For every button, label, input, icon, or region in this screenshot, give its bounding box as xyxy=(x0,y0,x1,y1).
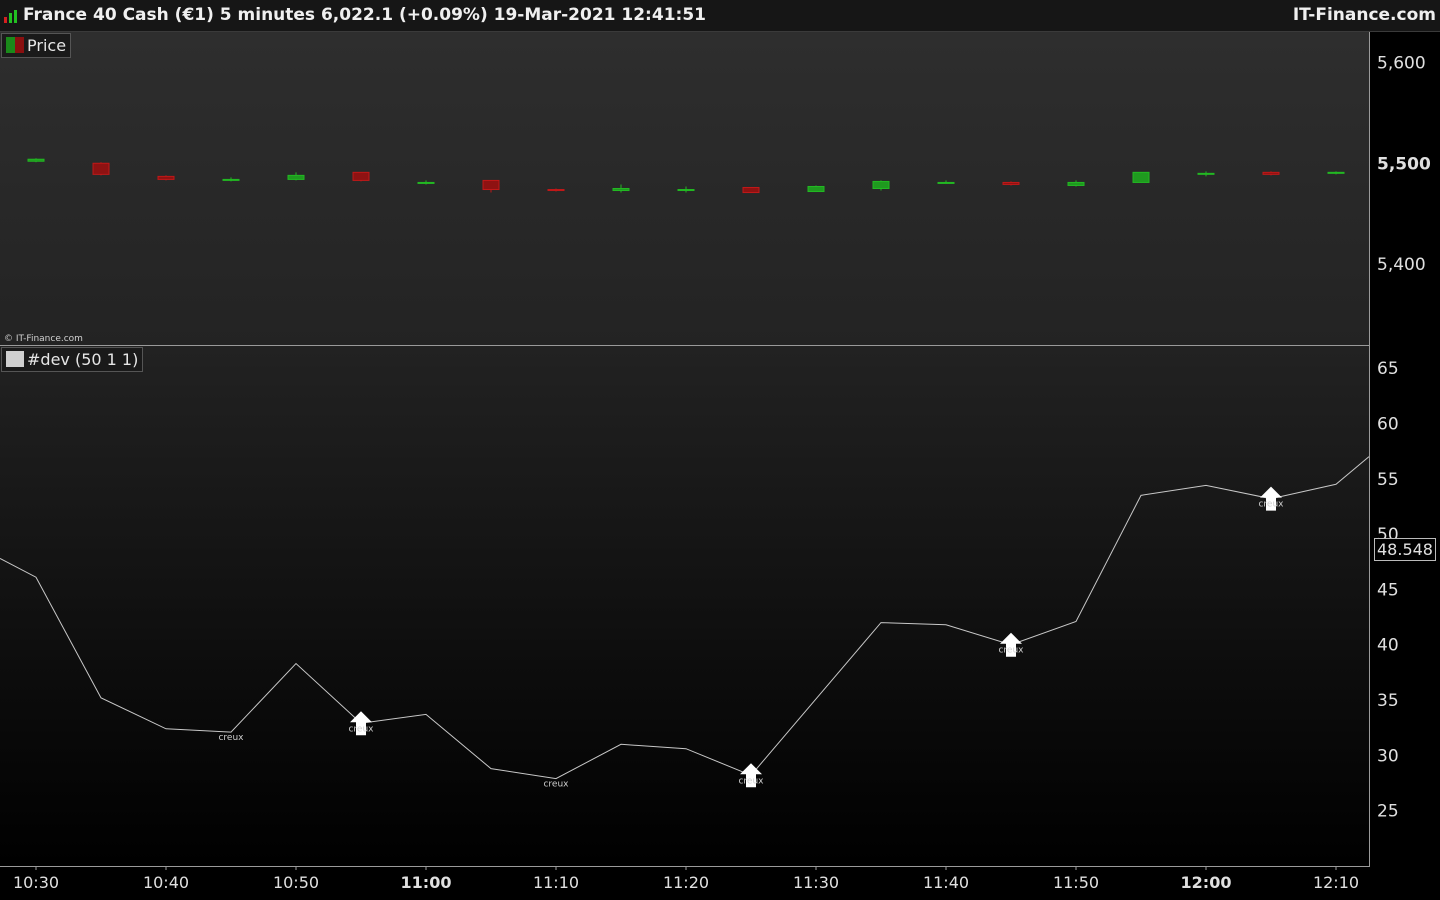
candle-legend-icon xyxy=(6,37,24,53)
candle-body xyxy=(27,158,45,162)
dev-tick-label: 40 xyxy=(1377,636,1399,656)
candle-body xyxy=(1327,171,1345,174)
time-tick-label: 11:30 xyxy=(793,873,839,892)
time-tick-label: 10:50 xyxy=(273,873,319,892)
dev-tick-label: 25 xyxy=(1377,802,1399,822)
candle-body xyxy=(482,179,500,191)
dev-tick-label: 45 xyxy=(1377,580,1399,600)
candle-body xyxy=(1132,171,1150,183)
candle-body xyxy=(157,175,175,180)
candle-body xyxy=(1067,181,1085,186)
signal-label: creux xyxy=(1258,500,1284,510)
time-tick-label: 11:40 xyxy=(923,873,969,892)
candle-body xyxy=(352,171,370,181)
time-tick-label: 11:20 xyxy=(663,873,709,892)
candle-body xyxy=(222,178,240,181)
candle-body xyxy=(872,180,890,189)
dev-tick-label: 35 xyxy=(1377,691,1399,711)
signal-label: creux xyxy=(738,776,764,786)
dev-legend-label: #dev (50 1 1) xyxy=(27,350,139,369)
line-legend-icon xyxy=(6,351,24,367)
time-tick-label: 12:00 xyxy=(1181,873,1232,892)
signal-label: creux xyxy=(998,646,1024,656)
time-tick-label: 10:30 xyxy=(13,873,59,892)
chart-canvas: 5,6005,5005,400656055504540353025creuxcr… xyxy=(0,53,1431,892)
candle-body xyxy=(1262,171,1280,175)
time-tick-label: 12:10 xyxy=(1313,873,1359,892)
candle-body xyxy=(417,181,435,184)
price-legend[interactable]: Price xyxy=(1,33,72,58)
last-value-badge: 48.548 xyxy=(1374,538,1436,561)
time-tick-label: 11:50 xyxy=(1053,873,1099,892)
candle-body xyxy=(742,186,760,194)
candle-body xyxy=(1002,181,1020,185)
candle-body xyxy=(807,185,825,193)
dev-tick-label: 65 xyxy=(1377,359,1399,379)
time-tick-label: 11:00 xyxy=(401,873,452,892)
dev-tick-label: 55 xyxy=(1377,470,1399,490)
time-tick-label: 10:40 xyxy=(143,873,189,892)
dev-tick-label: 60 xyxy=(1377,414,1399,434)
price-legend-label: Price xyxy=(27,36,67,55)
candle-body xyxy=(92,162,110,175)
signal-label: creux xyxy=(348,724,374,734)
signal-label: creux xyxy=(218,733,244,743)
signal-label: creux xyxy=(543,780,569,790)
price-tick-label: 5,500 xyxy=(1377,154,1431,174)
candle-body xyxy=(287,174,305,180)
candle-body xyxy=(1197,172,1215,175)
price-tick-label: 5,400 xyxy=(1377,255,1426,275)
candle-body xyxy=(937,181,955,184)
copyright-text: © IT-Finance.com xyxy=(4,334,83,344)
candle-body xyxy=(677,189,695,192)
time-tick-label: 11:10 xyxy=(533,873,579,892)
dev-line xyxy=(0,456,1370,780)
candle-body xyxy=(612,188,630,192)
dev-tick-label: 30 xyxy=(1377,746,1399,766)
candle-body xyxy=(547,189,565,192)
dev-legend[interactable]: #dev (50 1 1) xyxy=(1,347,144,372)
price-tick-label: 5,600 xyxy=(1377,53,1426,73)
